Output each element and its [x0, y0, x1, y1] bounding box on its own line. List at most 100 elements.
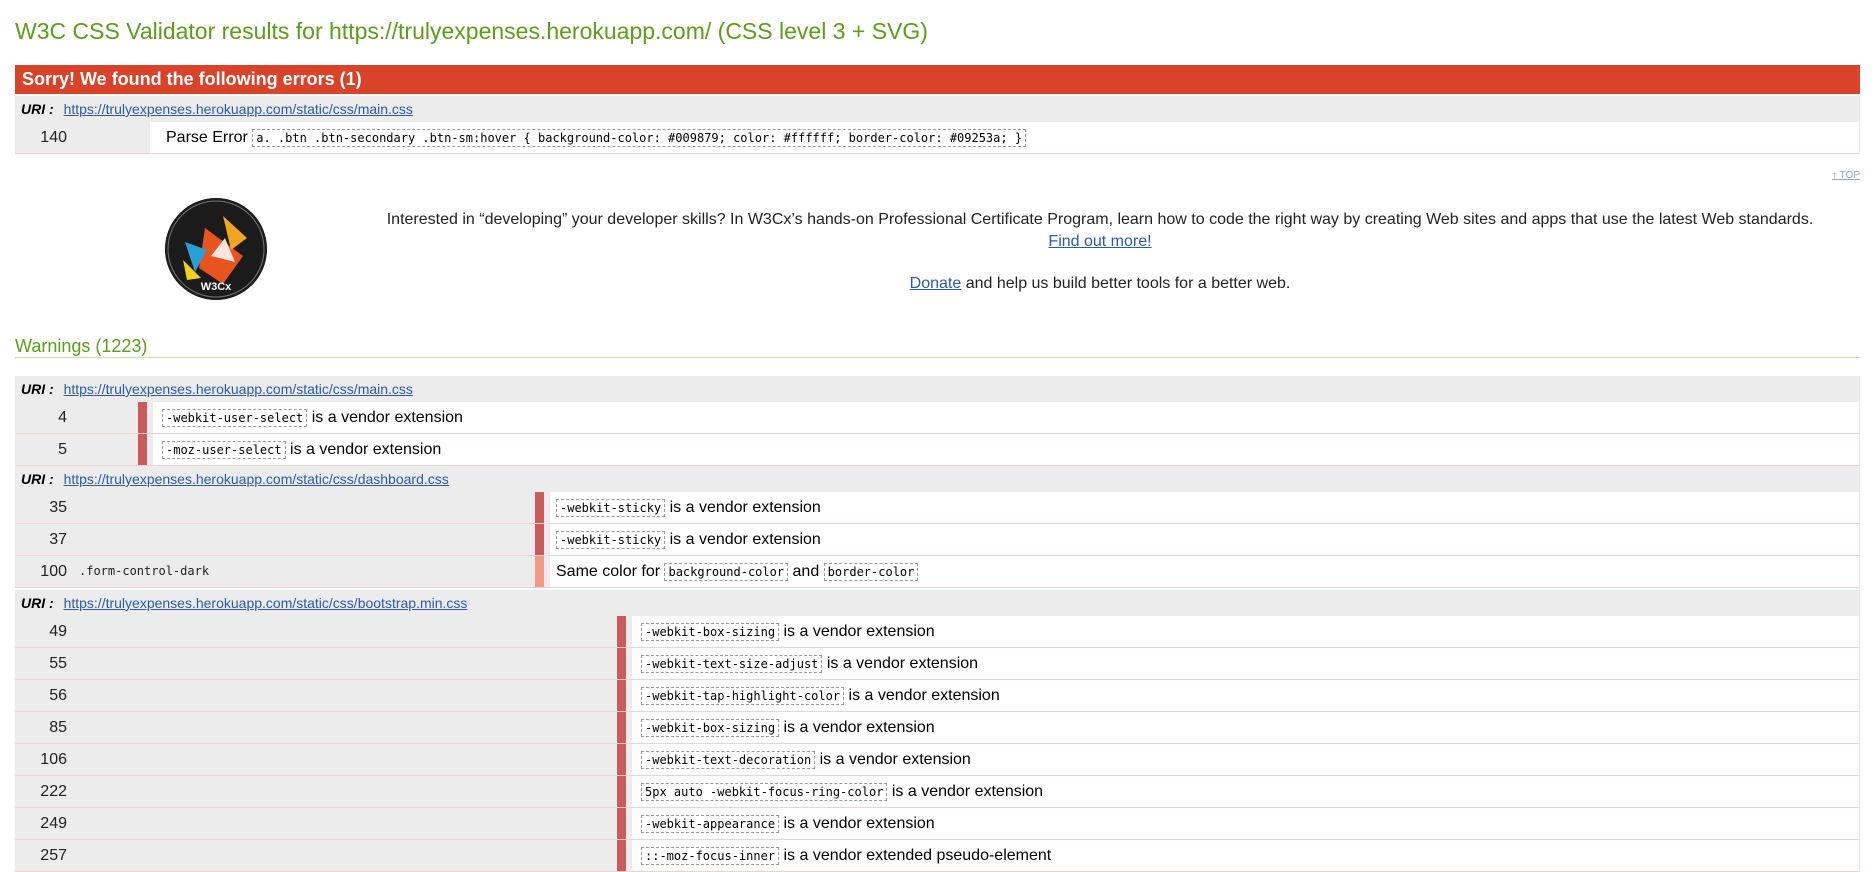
promo-text: Interested in “developing” your develope… — [386, 211, 1814, 228]
find-out-more-link[interactable]: Find out more! — [1048, 233, 1151, 250]
warning-code: -webkit-text-size-adjust — [641, 655, 823, 673]
warning-context — [75, 840, 632, 871]
warning-context — [75, 712, 632, 743]
warning-row: 249 -webkit-appearance is a vendor extens… — [15, 808, 1860, 840]
warning-marker — [138, 434, 147, 465]
warning-text: is a vendor extension — [887, 783, 1044, 800]
warning-code: 5px auto -webkit-focus-ring-color — [641, 783, 888, 801]
warnings-uri-row: URI : https://trulyexpenses.herokuapp.co… — [15, 590, 1860, 616]
warning-row: 222 5px auto -webkit-focus-ring-color is … — [15, 776, 1860, 808]
warning-line-number: 222 — [15, 776, 75, 807]
warning-message: 5px auto -webkit-focus-ring-color is a v… — [626, 776, 1860, 807]
donate-link[interactable]: Donate — [910, 275, 962, 292]
error-line-number: 140 — [15, 122, 75, 153]
warning-marker — [535, 492, 544, 523]
warning-row: 49 -webkit-box-sizing is a vendor extensi… — [15, 616, 1860, 648]
warning-marker — [535, 524, 544, 555]
warning-line-number: 106 — [15, 744, 75, 775]
warning-line-number: 55 — [15, 648, 75, 679]
warning-message: -webkit-box-sizing is a vendor extension — [626, 616, 1860, 647]
w3cx-logo[interactable]: W3Cx — [165, 198, 267, 300]
warning-context — [75, 776, 632, 807]
error-code: a. .btn .btn-secondary .btn-sm:hover { b… — [252, 129, 1027, 147]
warning-code: -webkit-user-select — [162, 409, 308, 427]
warnings-uri-link[interactable]: https://trulyexpenses.herokuapp.com/stat… — [64, 595, 468, 611]
warnings-divider — [15, 357, 1860, 358]
warnings-uri-row: URI : https://trulyexpenses.herokuapp.co… — [15, 376, 1860, 402]
warning-row: 4 -webkit-user-select is a vendor extens… — [15, 402, 1860, 434]
warning-message: -moz-user-select is a vendor extension — [147, 434, 1860, 465]
warning-context — [75, 808, 632, 839]
warning-message: -webkit-user-select is a vendor extensio… — [147, 402, 1860, 433]
warning-message: -webkit-text-decoration is a vendor exte… — [626, 744, 1860, 775]
warning-marker — [138, 402, 147, 433]
warning-context — [75, 524, 550, 555]
warning-context — [75, 744, 632, 775]
error-message: Parse Error a. .btn .btn-secondary .btn-… — [150, 122, 1860, 153]
warning-text: is a vendor extension — [822, 655, 979, 672]
warning-code: -webkit-sticky — [556, 499, 666, 517]
warning-row: 55 -webkit-text-size-adjust is a vendor e… — [15, 648, 1860, 680]
warnings-uri-link[interactable]: https://trulyexpenses.herokuapp.com/stat… — [64, 471, 449, 487]
warning-code: -webkit-tap-highlight-color — [641, 687, 845, 705]
warning-row: 85 -webkit-box-sizing is a vendor extensi… — [15, 712, 1860, 744]
warning-text: is a vendor extension — [307, 409, 463, 426]
warning-code: -webkit-appearance — [641, 815, 780, 833]
warning-line-number: 249 — [15, 808, 75, 839]
warning-message: -webkit-box-sizing is a vendor extension — [626, 712, 1860, 743]
warning-text: is a vendor extension — [665, 499, 821, 516]
errors-uri-link[interactable]: https://trulyexpenses.herokuapp.com/stat… — [64, 101, 413, 117]
errors-uri-row: URI : https://trulyexpenses.herokuapp.co… — [15, 96, 1860, 122]
warning-line-number: 35 — [15, 492, 75, 523]
page-title: W3C CSS Validator results for https://tr… — [15, 18, 928, 44]
uri-label: URI : — [21, 595, 54, 611]
errors-heading: Sorry! We found the following errors (1) — [15, 65, 1860, 94]
warning-text: is a vendor extension — [665, 531, 821, 548]
warning-code: -webkit-box-sizing — [641, 623, 780, 641]
uri-label: URI : — [21, 101, 54, 117]
warning-text: and — [788, 563, 824, 580]
warning-text: is a vendor extended pseudo-element — [779, 847, 1052, 864]
warning-message: -webkit-appearance is a vendor extension — [626, 808, 1860, 839]
donate-text: and help us build better tools for a bet… — [961, 275, 1291, 292]
warning-text: is a vendor extension — [779, 815, 935, 832]
warning-message: -webkit-sticky is a vendor extension — [544, 492, 1860, 523]
warning-text: Same color for — [556, 563, 665, 580]
warning-marker — [617, 840, 626, 871]
warning-message: -webkit-tap-highlight-color is a vendor … — [626, 680, 1860, 711]
warning-text: is a vendor extension — [815, 751, 971, 768]
warning-marker — [617, 616, 626, 647]
top-link[interactable]: ↑ TOP — [1832, 170, 1860, 181]
warning-line-number: 56 — [15, 680, 75, 711]
warning-text: is a vendor extension — [844, 687, 1000, 704]
logo-text: W3Cx — [200, 281, 232, 293]
warning-marker — [617, 808, 626, 839]
warning-marker — [617, 648, 626, 679]
donate-line: Donate and help us build better tools fo… — [360, 273, 1840, 295]
warning-line-number: 85 — [15, 712, 75, 743]
warning-line-number: 257 — [15, 840, 75, 871]
warning-line-number: 100 — [15, 556, 75, 587]
warning-line-number: 37 — [15, 524, 75, 555]
warning-row: 37 -webkit-sticky is a vendor extension — [15, 524, 1860, 556]
warning-text: is a vendor extension — [779, 719, 935, 736]
warning-code: ::-moz-focus-inner — [641, 847, 780, 865]
warning-row: 100 .form-control-dark Same color for ba… — [15, 556, 1860, 588]
warning-context — [75, 680, 632, 711]
warning-row: 35 -webkit-sticky is a vendor extension — [15, 492, 1860, 524]
warning-marker — [617, 744, 626, 775]
warning-message: Same color for background-color and bord… — [544, 556, 1860, 587]
warnings-heading: Warnings (1223) — [15, 336, 148, 356]
warning-message: -webkit-text-size-adjust is a vendor ext… — [626, 648, 1860, 679]
warning-context: .form-control-dark — [75, 556, 550, 587]
warning-code: border-color — [823, 563, 919, 581]
warning-line-number: 49 — [15, 616, 75, 647]
warning-code: -webkit-text-decoration — [641, 751, 816, 769]
warning-row: 257::-moz-focus-inner is a vendor extend… — [15, 840, 1860, 872]
warning-marker — [617, 776, 626, 807]
warning-context — [75, 616, 632, 647]
warnings-uri-link[interactable]: https://trulyexpenses.herokuapp.com/stat… — [64, 381, 413, 397]
error-context — [75, 122, 150, 153]
warning-code: -moz-user-select — [162, 441, 286, 459]
warning-message: -webkit-sticky is a vendor extension — [544, 524, 1860, 555]
